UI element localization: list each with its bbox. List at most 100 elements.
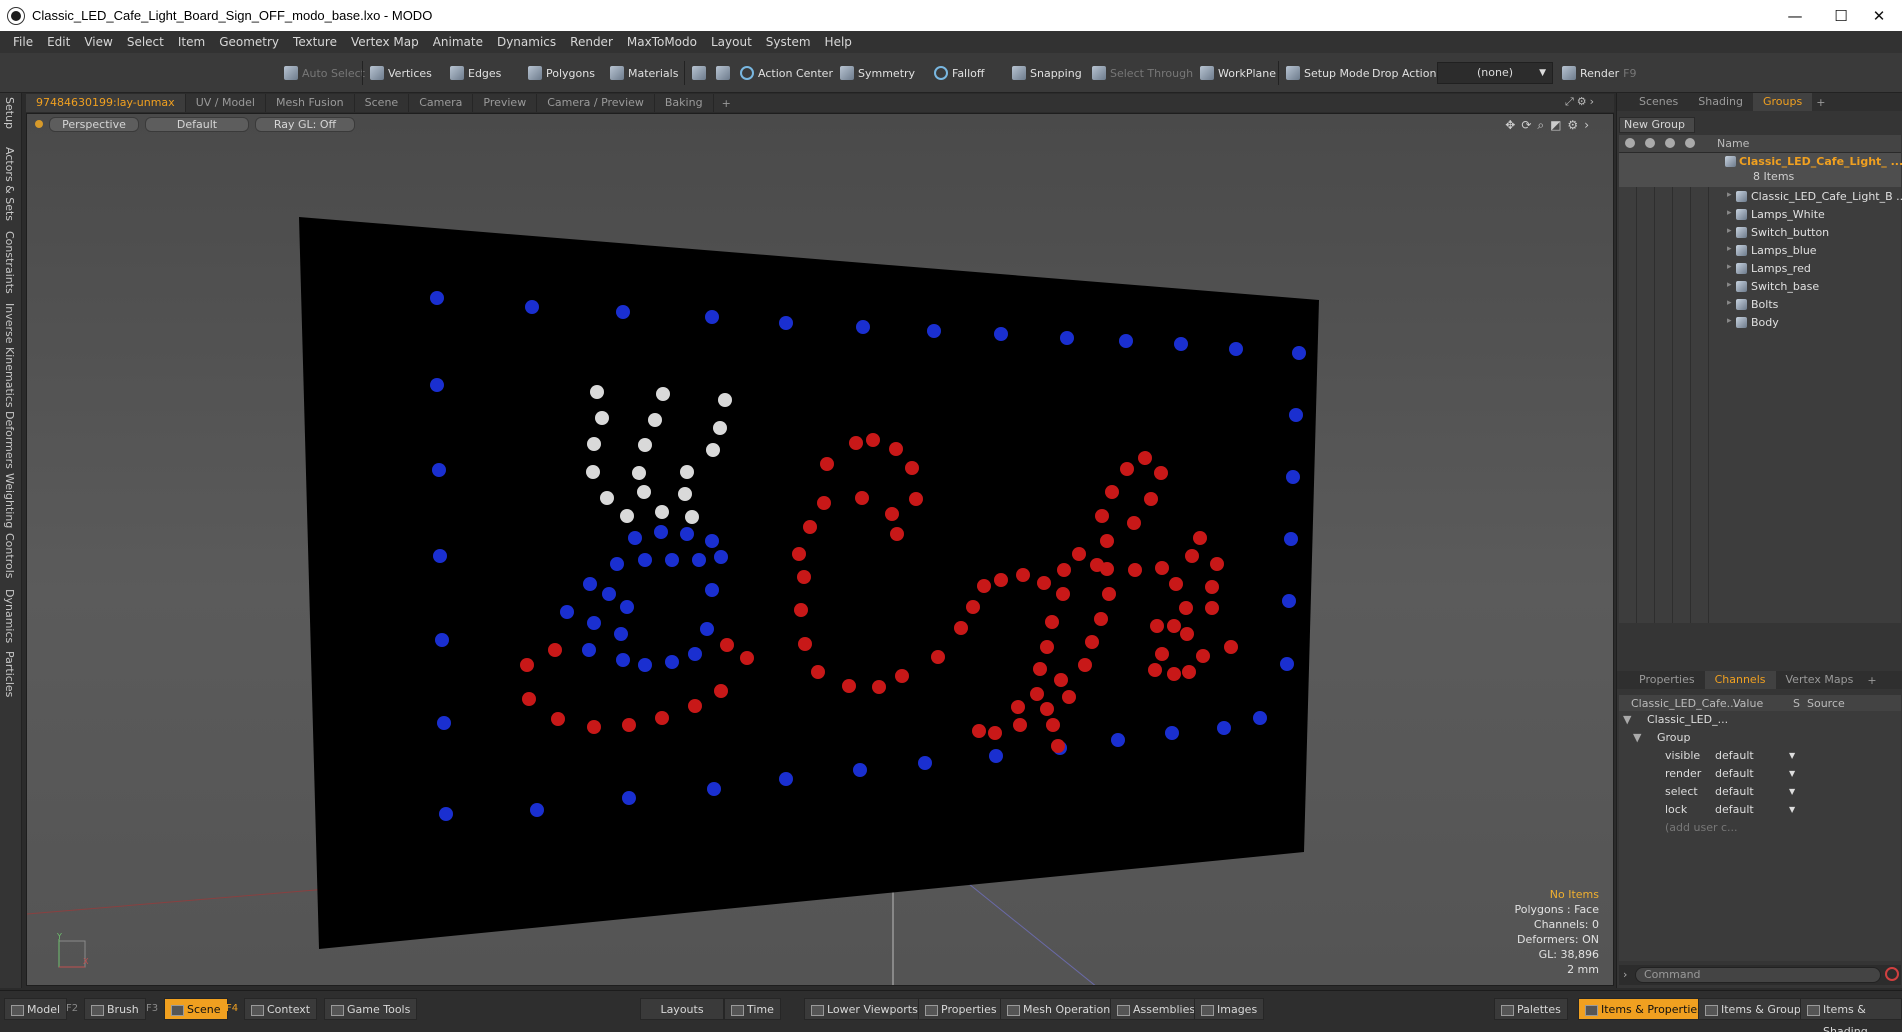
menu-maxtomodo[interactable]: MaxToModo — [620, 35, 704, 49]
viewport-options-icon[interactable] — [35, 120, 43, 128]
chevron-down-icon[interactable]: ▼ — [1789, 751, 1795, 760]
menu-vertex-map[interactable]: Vertex Map — [344, 35, 426, 49]
workplane-button[interactable]: WorkPlane — [1196, 62, 1280, 84]
group-item[interactable]: ▸ Switch_base — [1619, 278, 1901, 296]
group-item[interactable]: ▸ Lamps_White — [1619, 206, 1901, 224]
channel-row-lock[interactable]: lock default ▼ — [1619, 801, 1901, 819]
tab-lay-unmax[interactable]: 97484630199:lay-unmax — [26, 94, 186, 112]
menu-view[interactable]: View — [77, 35, 119, 49]
tab-scenes[interactable]: Scenes — [1629, 93, 1688, 111]
menu-file[interactable]: File — [6, 35, 40, 49]
viewport-tab-tools[interactable]: ⤢⚙› — [1565, 95, 1597, 109]
tab-mesh-fusion[interactable]: Mesh Fusion — [266, 94, 355, 112]
time-button[interactable]: Time — [724, 998, 781, 1020]
mesh-operations-button[interactable]: Mesh Operations — [1000, 998, 1123, 1020]
menu-edit[interactable]: Edit — [40, 35, 77, 49]
tab-channels[interactable]: Channels — [1704, 671, 1776, 689]
tab-setup[interactable]: Setup — [3, 97, 16, 129]
palettes-button[interactable]: Palettes — [1494, 998, 1568, 1020]
view-mode-button[interactable]: Perspective — [49, 116, 139, 132]
assemblies-button[interactable]: Assemblies — [1110, 998, 1203, 1020]
select-column-icon[interactable] — [1685, 138, 1695, 148]
tab-inverse-kinematics[interactable]: Inverse Kinematics — [3, 303, 16, 408]
layouts-button[interactable]: Layouts — [640, 998, 724, 1020]
tab-actors-sets[interactable]: Actors & Sets — [3, 147, 16, 221]
game-tools-button[interactable]: Game Tools — [324, 998, 418, 1020]
group-item[interactable]: ▸ Body — [1619, 314, 1901, 332]
close-button[interactable]: ✕ — [1856, 0, 1902, 31]
add-panel-tab-icon[interactable]: + — [1863, 674, 1880, 687]
tab-weighting[interactable]: Weighting — [3, 473, 16, 528]
tab-uv-model[interactable]: UV / Model — [186, 94, 266, 112]
falloff-button[interactable]: Falloff — [930, 62, 988, 84]
channel-row-select[interactable]: select default ▼ — [1619, 783, 1901, 801]
lock-column-icon[interactable] — [1665, 138, 1675, 148]
chevron-down-icon[interactable]: ▼ — [1789, 805, 1795, 814]
channels-s-header[interactable]: S — [1793, 697, 1800, 710]
lower-viewports-button[interactable]: Lower Viewports — [804, 998, 925, 1020]
tab-shading[interactable]: Shading — [1688, 93, 1753, 111]
items-groups-button[interactable]: Items & Groups — [1698, 998, 1814, 1020]
tab-controls[interactable]: Controls — [3, 533, 16, 579]
menu-layout[interactable]: Layout — [704, 35, 759, 49]
add-user-channel-row[interactable]: (add user c... — [1619, 819, 1901, 837]
materials-button[interactable]: Materials — [606, 62, 682, 84]
render-column-icon[interactable] — [1645, 138, 1655, 148]
group-item[interactable]: ▸ Lamps_blue — [1619, 242, 1901, 260]
group-item[interactable]: ▸ Bolts — [1619, 296, 1901, 314]
menu-geometry[interactable]: Geometry — [212, 35, 286, 49]
render-button[interactable]: Render F9 — [1558, 62, 1641, 84]
group-item[interactable]: ▸ Classic_LED_Cafe_Light_B ... — [1619, 188, 1902, 206]
auto-select-button[interactable]: Auto Select — [280, 62, 369, 84]
tab-camera-preview[interactable]: Camera / Preview — [537, 94, 655, 112]
images-button[interactable]: Images — [1194, 998, 1265, 1020]
raygl-button[interactable]: Ray GL: Off — [255, 116, 355, 132]
minimize-button[interactable]: — — [1772, 0, 1818, 31]
context-layout-button[interactable]: Context — [244, 998, 318, 1020]
viewport-nav-icons[interactable]: ✥⟳⌕◩⚙› — [1505, 118, 1595, 133]
chevron-down-icon[interactable]: ▼ — [1789, 787, 1795, 796]
menu-select[interactable]: Select — [120, 35, 171, 49]
tab-baking[interactable]: Baking — [655, 94, 714, 112]
items-shading-button[interactable]: Items & Shading — [1800, 998, 1902, 1032]
group-row[interactable]: Classic_LED_Cafe_Light_ ... 8 Items — [1619, 153, 1902, 187]
tab-properties[interactable]: Properties — [1629, 671, 1705, 689]
items-properties-button[interactable]: Items & Properties — [1578, 998, 1710, 1020]
channels-source-header[interactable]: Source — [1807, 697, 1845, 710]
tab-particles[interactable]: Particles — [3, 651, 16, 697]
menu-render[interactable]: Render — [563, 35, 620, 49]
shield-toggle-a[interactable] — [688, 62, 710, 84]
menu-system[interactable]: System — [759, 35, 818, 49]
shading-mode-button[interactable]: Default — [145, 116, 249, 132]
scene-layout-button[interactable]: Scene — [164, 998, 228, 1020]
menu-dynamics[interactable]: Dynamics — [490, 35, 563, 49]
channel-root-row[interactable]: ▼ Classic_LED_... — [1619, 711, 1901, 729]
drop-action-select[interactable]: (none) ▼ — [1437, 62, 1553, 84]
channel-row-visible[interactable]: visible default ▼ — [1619, 747, 1901, 765]
model-layout-button[interactable]: Model — [4, 998, 68, 1020]
menu-texture[interactable]: Texture — [286, 35, 344, 49]
chevron-down-icon[interactable]: ▼ — [1789, 769, 1795, 778]
vertices-button[interactable]: Vertices — [366, 62, 436, 84]
command-execute-icon[interactable] — [1885, 967, 1899, 981]
polygons-button[interactable]: Polygons — [524, 62, 599, 84]
add-panel-tab-icon[interactable]: + — [1812, 96, 1829, 109]
tab-vertex-maps[interactable]: Vertex Maps — [1776, 671, 1864, 689]
group-item[interactable]: ▸ Lamps_red — [1619, 260, 1901, 278]
channels-value-header[interactable]: Value — [1733, 697, 1763, 710]
visibility-column-icon[interactable] — [1625, 138, 1635, 148]
tab-scene[interactable]: Scene — [355, 94, 410, 112]
tab-constraints[interactable]: Constraints — [3, 231, 16, 294]
menu-animate[interactable]: Animate — [426, 35, 490, 49]
channel-group-row[interactable]: ▼ Group — [1619, 729, 1901, 747]
symmetry-button[interactable]: Symmetry — [836, 62, 919, 84]
add-tab-icon[interactable]: + — [714, 97, 739, 110]
command-input[interactable]: Command — [1635, 967, 1881, 983]
group-item[interactable]: ▸ Switch_button — [1619, 224, 1901, 242]
channel-row-render[interactable]: render default ▼ — [1619, 765, 1901, 783]
select-through-button[interactable]: Select Through — [1088, 62, 1197, 84]
new-group-button[interactable]: New Group — [1619, 117, 1695, 133]
tab-dynamics[interactable]: Dynamics — [3, 589, 16, 643]
3d-viewport[interactable]: Perspective Default Ray GL: Off ✥⟳⌕◩⚙› Y… — [26, 113, 1614, 986]
name-column-header[interactable]: Name — [1717, 137, 1749, 150]
